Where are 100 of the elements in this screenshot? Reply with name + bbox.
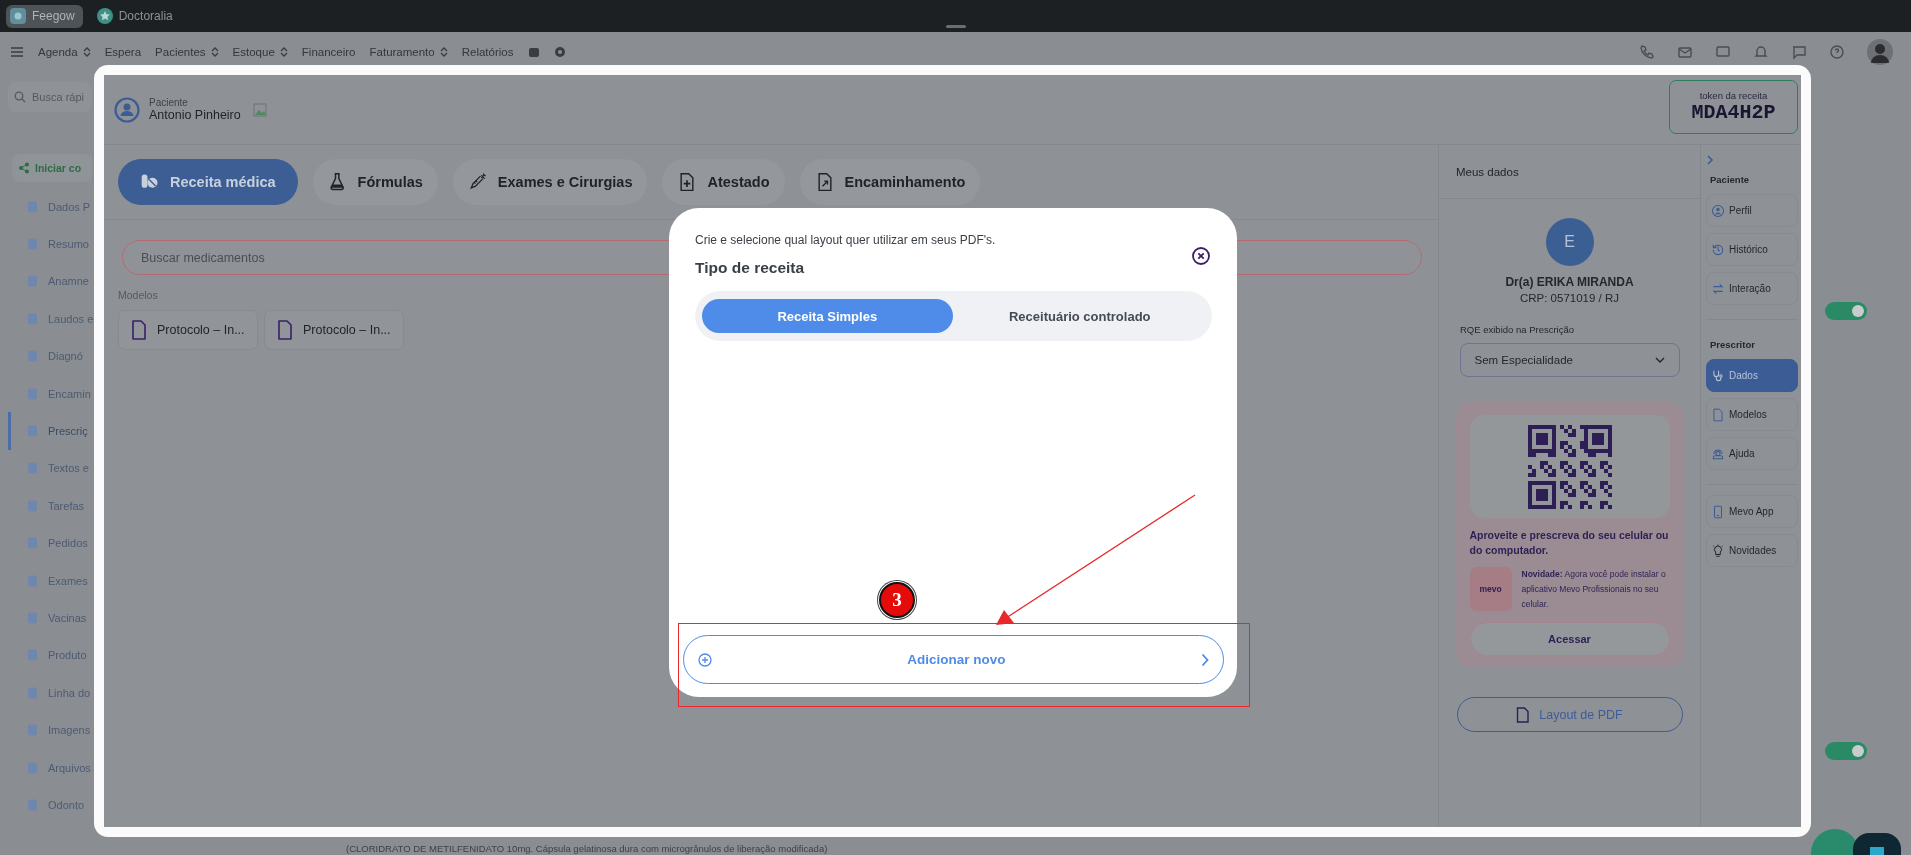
side-nav-item[interactable]: Histórico: [1706, 233, 1798, 266]
page-icon: [27, 686, 38, 699]
side-nav-item[interactable]: Perfil: [1706, 194, 1798, 227]
chat-button[interactable]: [1853, 833, 1901, 855]
page-icon: [27, 761, 38, 774]
page-icon: [27, 387, 38, 400]
sidebar-item[interactable]: Imagens: [8, 711, 97, 749]
nav-menu-item[interactable]: Faturamento: [369, 46, 448, 58]
star-logo-icon: [96, 8, 113, 24]
phone-icon: [1711, 504, 1725, 519]
avatar-icon[interactable]: [1867, 39, 1893, 65]
side-nav-item[interactable]: Dados: [1706, 359, 1798, 392]
sidebar-item[interactable]: Produto: [8, 636, 93, 675]
mail-icon[interactable]: [1677, 44, 1693, 60]
nav-menu-item[interactable]: Pacientes: [155, 46, 219, 58]
model-card[interactable]: Protocolo – In...: [118, 310, 258, 350]
side-nav-item[interactable]: Interação: [1706, 272, 1798, 305]
access-button[interactable]: Acessar: [1469, 622, 1670, 656]
side-nav-item[interactable]: Modelos: [1706, 398, 1798, 431]
headset-icon: [1711, 446, 1725, 461]
section-heading: Prescritor: [1710, 339, 1756, 350]
user-icon: [1711, 203, 1725, 218]
segment-option[interactable]: Receituário controlado: [954, 299, 1205, 333]
pdf-file-icon: [1516, 706, 1530, 723]
lightbulb-icon: [1711, 543, 1725, 558]
sidebar-item[interactable]: Laudos e: [8, 300, 100, 338]
sidebar-item[interactable]: Tarefas: [8, 487, 91, 525]
sidebar-item[interactable]: Textos e: [8, 449, 95, 488]
swap-arrows-icon: [1711, 281, 1725, 296]
section-label: Modelos: [118, 289, 159, 301]
page-icon: [27, 499, 38, 512]
page-icon: [27, 275, 38, 288]
nav-menu-item[interactable]: Estoque: [232, 46, 288, 58]
browser-tab[interactable]: Feegow: [6, 4, 83, 28]
nav-menu-item[interactable]: Espera: [104, 46, 142, 58]
specialty-select[interactable]: Sem Especialidade: [1459, 343, 1680, 377]
bell-icon[interactable]: [1753, 44, 1769, 60]
sidebar-item[interactable]: Exames: [8, 561, 94, 600]
syringe-icon: [467, 172, 488, 192]
nav-menu-item[interactable]: Relatórios: [461, 46, 514, 58]
sidebar-item[interactable]: Dados P: [8, 188, 97, 226]
help-icon[interactable]: [1829, 44, 1845, 60]
sidebar-item[interactable]: Encamin: [8, 374, 97, 413]
chevron-right-icon[interactable]: [1706, 155, 1714, 165]
patient-name: Antonio Pinheiro: [149, 108, 241, 122]
avatar: E: [1545, 218, 1594, 266]
browser-tab[interactable]: Doctoralia: [92, 4, 181, 28]
page-icon: [27, 612, 38, 624]
broken-image-icon: [252, 102, 267, 117]
updown-caret-icon: [439, 46, 448, 58]
nav-menu-item[interactable]: Agenda: [38, 46, 91, 58]
tab[interactable]: Encaminhamento: [799, 159, 981, 205]
updown-caret-icon: [210, 46, 219, 58]
sidebar-item[interactable]: Arquivos: [8, 748, 97, 787]
sidebar-item[interactable]: Pedidos: [8, 524, 94, 562]
tab[interactable]: Fórmulas: [312, 159, 438, 205]
page-icon: [27, 462, 38, 475]
page-icon: [27, 425, 38, 438]
promo-text: Aproveite e prescreva do seu celular ou do computador.: [1469, 528, 1670, 558]
settings-icon[interactable]: [553, 46, 566, 58]
user-icon: [114, 96, 140, 123]
close-icon[interactable]: [1192, 247, 1210, 265]
side-nav-item[interactable]: Novidades: [1706, 534, 1798, 567]
chevron-right-icon: [1201, 652, 1209, 667]
page-icon: [27, 537, 38, 550]
history-icon: [1711, 242, 1725, 257]
page-icon: [27, 798, 38, 811]
page-icon: [27, 724, 38, 737]
toggle-switch[interactable]: [1825, 302, 1867, 320]
app-logo-icon: [10, 8, 26, 24]
sidebar-item[interactable]: Diagnó: [8, 337, 89, 375]
start-button[interactable]: Iniciar co: [12, 154, 92, 182]
sidebar-item[interactable]: Anamne: [8, 262, 95, 301]
tab[interactable]: Receita médica: [118, 159, 298, 205]
side-nav-item[interactable]: Mevo App: [1706, 495, 1798, 528]
add-new-button[interactable]: Adicionar novo: [683, 635, 1224, 684]
phone-icon[interactable]: [1639, 44, 1655, 60]
medication-description: (CLORIDRATO DE METILFENIDATO 10mg. Cápsula gelatinosa dura com microgrânulos de liberação modificada): [346, 843, 828, 854]
side-nav-item[interactable]: Ajuda: [1706, 437, 1798, 470]
model-card[interactable]: Protocolo – In...: [264, 310, 404, 350]
message-icon[interactable]: [1791, 44, 1807, 60]
plus-circle-icon: [698, 652, 712, 667]
nav-menu-item[interactable]: Financeiro: [301, 46, 356, 58]
segment-option[interactable]: Receita Simples: [702, 299, 953, 333]
search-icon: [14, 91, 26, 103]
page-icon: [27, 350, 38, 363]
document-icon: [277, 320, 293, 340]
tab[interactable]: Exames e Cirurgias: [452, 159, 648, 205]
sidebar-item[interactable]: Vacinas: [8, 599, 93, 637]
news-text: Novidade: Agora você pode instalar o aplicativo Mevo Profissionais no seu celular.: [1521, 568, 1667, 611]
sidebar-item[interactable]: Resumo: [8, 225, 95, 263]
share-icon: [18, 162, 30, 174]
sidebar-item[interactable]: Odonto: [8, 786, 91, 824]
file-icon: [1711, 407, 1725, 422]
toggle-switch[interactable]: [1825, 742, 1867, 760]
updown-caret-icon: [82, 46, 91, 58]
menu-icon[interactable]: [10, 45, 24, 59]
app-logo: mevo: [1469, 567, 1512, 611]
updown-caret-icon: [279, 46, 288, 58]
tab[interactable]: Atestado: [662, 159, 785, 205]
